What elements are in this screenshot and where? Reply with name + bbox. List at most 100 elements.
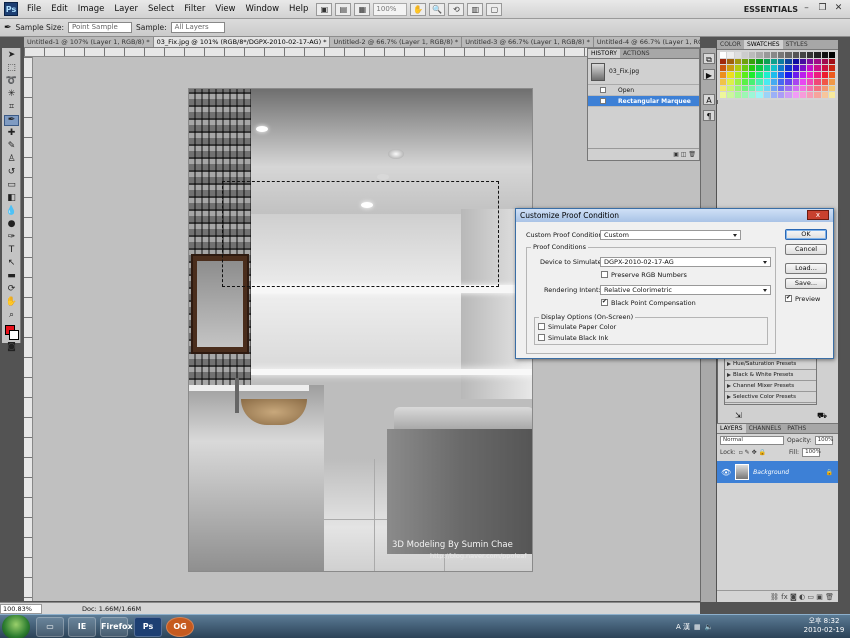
path-selection-tool-icon[interactable]: ↖ [4,258,19,269]
color-swatch[interactable] [799,52,806,58]
color-swatch[interactable] [756,52,763,58]
color-swatch[interactable] [756,72,763,78]
new-snapshot-icon[interactable]: ◫ [681,151,687,158]
actions-panel-icon[interactable]: ▶ [703,69,715,80]
color-swatch[interactable] [799,85,806,92]
color-swatch[interactable] [799,92,806,98]
color-swatch[interactable] [828,72,835,78]
background-color-swatch[interactable] [9,330,19,340]
adjustment-return-icon[interactable]: ⇲ [735,411,742,420]
photoshop-taskbar-icon[interactable]: Ps [134,617,162,637]
bridge-icon[interactable]: ▣ [316,2,333,16]
color-swatch[interactable] [763,72,770,78]
color-swatch[interactable] [770,92,777,98]
3d-rotate-tool-icon[interactable]: ⟳ [4,284,19,295]
zoom-level-field[interactable]: 100% [373,2,408,16]
network-icon[interactable]: ▦ [694,623,701,631]
color-swatch[interactable] [814,78,821,85]
magic-wand-tool-icon[interactable]: ✳ [4,89,19,100]
color-swatch[interactable] [756,65,763,72]
color-swatch[interactable] [799,78,806,85]
color-swatch[interactable] [792,85,799,92]
color-swatch[interactable] [770,78,777,85]
eyedropper-tool-icon[interactable]: ✒ [4,23,12,33]
og-app-icon[interactable]: OG [166,617,194,637]
color-swatch[interactable] [792,92,799,98]
workspace-switcher[interactable]: ESSENTIALS [744,0,798,19]
color-swatch[interactable] [778,85,785,92]
dodge-tool-icon[interactable]: ● [4,219,19,230]
color-swatch[interactable] [778,65,785,72]
color-swatch[interactable] [785,58,792,65]
tab-history[interactable]: HISTORY [588,49,620,58]
paragraph-panel-icon[interactable]: ¶ [703,110,715,121]
color-swatch[interactable] [720,85,727,92]
simulate-paper-checkbox[interactable] [538,323,545,330]
tab-layers[interactable]: LAYERS [717,424,746,433]
menu-filter[interactable]: Filter [179,0,210,19]
history-brush-source-checkbox[interactable] [600,87,606,93]
color-swatch[interactable] [828,58,835,65]
color-swatch[interactable] [763,65,770,72]
intent-select[interactable]: Relative Colorimetric [600,285,771,295]
history-brush-source-checkbox[interactable] [600,98,606,104]
tab-swatches[interactable]: SWATCHES [743,40,783,49]
color-swatch[interactable] [799,58,806,65]
lock-icons[interactable]: ▫ ✎ ✥ 🔒 [739,449,766,456]
character-panel-icon[interactable]: A [703,94,715,105]
link-layers-icon[interactable]: ⛓ [770,593,779,601]
tab-paths[interactable]: PATHS [784,424,809,433]
color-swatch[interactable] [727,92,734,98]
status-zoom-field[interactable]: 100.83% [0,603,42,614]
minimize-icon[interactable]: – [800,3,813,15]
color-swatch[interactable] [821,65,828,72]
zoom-tool-icon[interactable]: ⌕ [4,310,19,321]
tab-untitled-1[interactable]: Untitled-1 @ 107% (Layer 1, RGB/8) * [24,37,154,47]
menu-edit[interactable]: Edit [46,0,72,19]
tab-channels[interactable]: CHANNELS [746,424,785,433]
color-swatch[interactable] [734,85,741,92]
color-swatch[interactable] [814,72,821,78]
save-button[interactable]: Save... [785,278,827,289]
language-indicator[interactable]: A 漢 [676,622,690,632]
document-image[interactable] [188,88,533,572]
dialog-close-button[interactable]: x [807,210,829,220]
color-swatch[interactable] [720,92,727,98]
color-swatch[interactable] [720,78,727,85]
color-swatch[interactable] [807,65,814,72]
history-brush-tool-icon[interactable]: ↺ [4,167,19,178]
color-swatch[interactable] [792,72,799,78]
hand-tool-icon[interactable]: ✋ [410,2,427,16]
mini-bridge-icon[interactable]: ▤ [335,2,352,16]
menu-help[interactable]: Help [284,0,313,19]
custom-proof-select[interactable]: Custom [600,230,741,240]
color-swatch[interactable] [727,85,734,92]
layer-style-icon[interactable]: fx [781,593,788,601]
quick-mask-icon[interactable]: ◙ [4,342,19,353]
color-swatch[interactable] [814,92,821,98]
color-swatch[interactable] [821,58,828,65]
eraser-tool-icon[interactable]: ▭ [4,180,19,191]
blend-mode-select[interactable]: Normal [720,435,784,445]
color-swatch[interactable] [807,58,814,65]
color-swatch[interactable] [720,58,727,65]
color-swatch[interactable] [741,72,748,78]
marquee-tool-icon[interactable]: ⬚ [4,63,19,74]
trash-icon[interactable]: 🗑 [688,151,696,158]
color-swatch[interactable] [727,52,734,58]
color-swatch[interactable] [792,65,799,72]
cancel-button[interactable]: Cancel [785,244,827,255]
color-swatch[interactable] [792,78,799,85]
tab-untitled-4[interactable]: Untitled-4 @ 66.7% (Layer 1, RGB/8) * [594,37,700,47]
color-swatch[interactable] [807,85,814,92]
color-swatch[interactable] [727,58,734,65]
simulate-ink-checkbox[interactable] [538,334,545,341]
color-swatch[interactable] [814,58,821,65]
color-swatch[interactable] [741,52,748,58]
color-swatch[interactable] [828,92,835,98]
tab-untitled-3[interactable]: Untitled-3 @ 66.7% (Layer 1, RGB/8) * [462,37,594,47]
gradient-tool-icon[interactable]: ◧ [4,193,19,204]
history-snapshot[interactable]: 03_Fix.jpg [588,59,699,85]
history-panel-icon[interactable]: ⧉ [703,53,715,64]
clock[interactable]: 오후 8:32 2010-02-19 [799,617,849,635]
